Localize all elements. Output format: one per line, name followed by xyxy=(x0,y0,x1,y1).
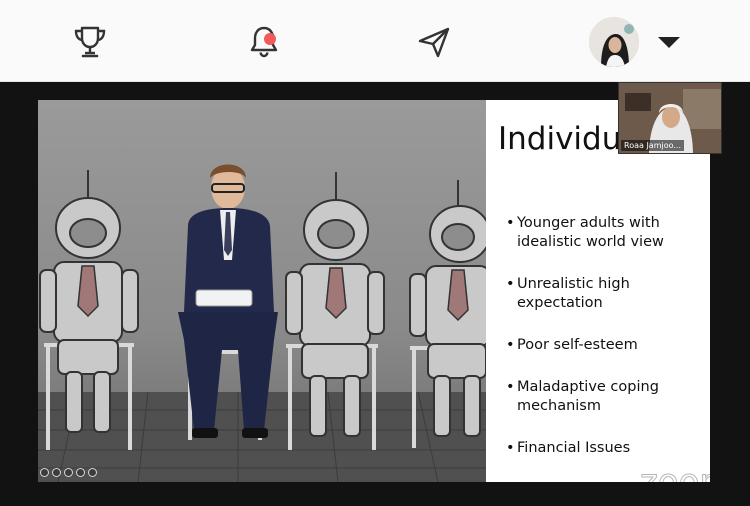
slide-text-panel: Individual factors: Younger adults with … xyxy=(486,100,710,482)
messages-button[interactable] xyxy=(412,20,456,64)
zoom-slide-icon[interactable] xyxy=(76,468,85,477)
trophy-icon xyxy=(74,26,106,58)
user-avatar[interactable] xyxy=(589,17,639,67)
participant-video-tile[interactable]: Roaa Jamjoo... xyxy=(618,82,722,154)
bell-icon xyxy=(250,26,278,58)
bullet-item: Poor self-esteem xyxy=(506,336,706,355)
slide-photo xyxy=(38,100,486,482)
top-nav-bar xyxy=(0,0,750,82)
zoom-watermark: zoom xyxy=(640,462,710,483)
pen-tool-icon[interactable] xyxy=(52,468,61,477)
participant-name-label: Roaa Jamjoo... xyxy=(621,140,684,151)
bullet-item: Maladaptive coping mechanism xyxy=(506,378,706,416)
achievements-button[interactable] xyxy=(68,20,112,64)
notification-dot xyxy=(264,33,276,45)
slide-bullet-list: Younger adults with idealistic world vie… xyxy=(506,214,706,458)
slides-overview-icon[interactable] xyxy=(64,468,73,477)
notifications-button[interactable] xyxy=(242,20,286,64)
bullet-item: Financial Issues xyxy=(506,439,706,458)
previous-slide-icon[interactable] xyxy=(40,468,49,477)
send-icon xyxy=(418,27,450,58)
meeting-view: Individual factors: Younger adults with … xyxy=(0,82,750,506)
slide-navigation-controls xyxy=(40,468,97,477)
caret-down-icon xyxy=(658,37,680,48)
next-slide-icon[interactable] xyxy=(88,468,97,477)
profile-menu-caret[interactable] xyxy=(657,34,681,50)
bullet-item: Younger adults with idealistic world vie… xyxy=(506,214,706,252)
shared-slide: Individual factors: Younger adults with … xyxy=(38,100,710,482)
bullet-item: Unrealistic high expectation xyxy=(506,275,706,313)
